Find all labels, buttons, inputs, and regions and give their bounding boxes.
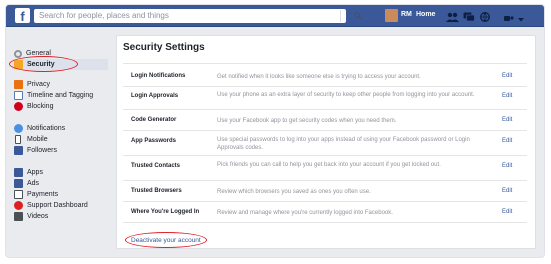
edit-trusted-browsers-link[interactable]: Edit <box>502 188 512 194</box>
edit-where-youre-logged-in-link[interactable]: Edit <box>502 209 512 215</box>
page-title: Security Settings <box>123 42 205 53</box>
apps-icon <box>14 168 23 177</box>
support-icon <box>14 201 23 210</box>
block-icon <box>14 102 23 111</box>
sidebar-item-label: Followers <box>27 147 57 154</box>
followers-icon <box>14 146 23 155</box>
privacy-shortcuts-icon[interactable] <box>504 12 514 24</box>
row-desc-code-generator: Use your Facebook app to get security co… <box>217 118 397 124</box>
sidebar-item-privacy[interactable]: Privacy <box>14 79 50 90</box>
sidebar-item-mobile[interactable]: Mobile <box>14 134 48 145</box>
sidebar-item-followers[interactable]: Followers <box>14 145 57 156</box>
row-desc-login-notifications: Get notified when it looks like someone … <box>217 74 421 80</box>
video-icon <box>14 212 23 221</box>
row-label-trusted-contacts: Trusted Contacts <box>131 163 181 169</box>
avatar[interactable] <box>385 9 398 22</box>
search-icon <box>353 12 362 20</box>
search-button[interactable] <box>340 10 374 22</box>
row-label-code-generator: Code Generator <box>131 117 177 123</box>
mobile-icon <box>15 135 21 144</box>
messages-icon[interactable] <box>463 11 475 23</box>
row-label-app-passwords: App Passwords <box>131 138 177 144</box>
divider <box>123 86 527 87</box>
row-desc-trusted-browsers: Review which browsers you saved as ones … <box>217 189 371 195</box>
lock-icon <box>14 80 23 89</box>
divider <box>123 155 527 156</box>
sidebar-item-label: Timeline and Tagging <box>27 92 94 99</box>
row-desc-where-youre-logged-in: Review and manage where you're currently… <box>217 210 393 216</box>
security-settings-panel: Security Settings Login Notifications Ge… <box>116 35 536 249</box>
highlight-oval-security <box>9 56 78 72</box>
friend-requests-icon[interactable] <box>446 11 459 23</box>
row-desc-app-passwords: Use special passwords to log into your a… <box>217 137 470 151</box>
payments-icon <box>14 190 23 199</box>
divider <box>123 63 527 64</box>
divider <box>123 109 527 110</box>
divider <box>123 201 527 202</box>
facebook-logo[interactable]: f <box>15 8 30 24</box>
search-input[interactable]: Search for people, places and things <box>34 9 362 23</box>
edit-login-approvals-link[interactable]: Edit <box>502 93 512 99</box>
sidebar-item-timeline-and-tagging[interactable]: Timeline and Tagging <box>14 90 93 101</box>
home-link[interactable]: Home <box>416 11 435 18</box>
divider <box>123 180 527 181</box>
row-desc-login-approvals: Use your phone as an extra layer of secu… <box>217 92 475 98</box>
sidebar-item-label: Mobile <box>27 136 48 143</box>
sidebar-item-label: Apps <box>27 169 43 176</box>
browser-frame: f Search for people, places and things R… <box>5 4 545 258</box>
sidebar-item-label: Notifications <box>27 125 66 132</box>
sidebar-item-label: Blocking <box>27 103 54 110</box>
sidebar-item-label: Payments <box>27 191 59 198</box>
edit-code-generator-link[interactable]: Edit <box>502 117 512 123</box>
row-desc-trusted-contacts: Pick friends you can call to help you ge… <box>217 162 441 168</box>
sidebar-item-label: Videos <box>27 213 49 220</box>
row-label-where-youre-logged-in: Where You're Logged In <box>131 209 200 215</box>
sidebar-item-label: Support Dashboard <box>27 202 88 209</box>
search-placeholder: Search for people, places and things <box>39 11 169 20</box>
sidebar-item-support-dashboard[interactable]: Support Dashboard <box>14 200 88 211</box>
sidebar-item-notifications[interactable]: Notifications <box>14 123 65 134</box>
sidebar-item-blocking[interactable]: Blocking <box>14 101 53 112</box>
chevron-down-icon[interactable] <box>518 14 524 26</box>
sidebar-item-apps[interactable]: Apps <box>14 167 43 178</box>
divider <box>123 222 527 223</box>
row-label-login-notifications: Login Notifications <box>131 73 186 79</box>
edit-login-notifications-link[interactable]: Edit <box>502 73 512 79</box>
sidebar-item-label: Privacy <box>27 81 50 88</box>
sidebar-item-payments[interactable]: Payments <box>14 189 58 200</box>
profile-link[interactable]: RM <box>401 11 412 18</box>
top-navigation-bar: f Search for people, places and things R… <box>6 5 544 27</box>
globe-icon <box>14 124 23 133</box>
sidebar-item-videos[interactable]: Videos <box>14 211 48 222</box>
timeline-icon <box>14 91 23 100</box>
divider <box>123 130 527 131</box>
row-label-login-approvals: Login Approvals <box>131 93 179 99</box>
highlight-oval-deactivate <box>125 232 207 248</box>
sidebar-item-ads[interactable]: Ads <box>14 178 39 189</box>
ads-icon <box>14 179 23 188</box>
edit-trusted-contacts-link[interactable]: Edit <box>502 163 512 169</box>
edit-app-passwords-link[interactable]: Edit <box>502 138 512 144</box>
notifications-globe-icon[interactable] <box>480 11 490 23</box>
sidebar-item-label: Ads <box>27 180 40 187</box>
gear-icon <box>14 49 22 58</box>
row-label-trusted-browsers: Trusted Browsers <box>131 188 182 194</box>
